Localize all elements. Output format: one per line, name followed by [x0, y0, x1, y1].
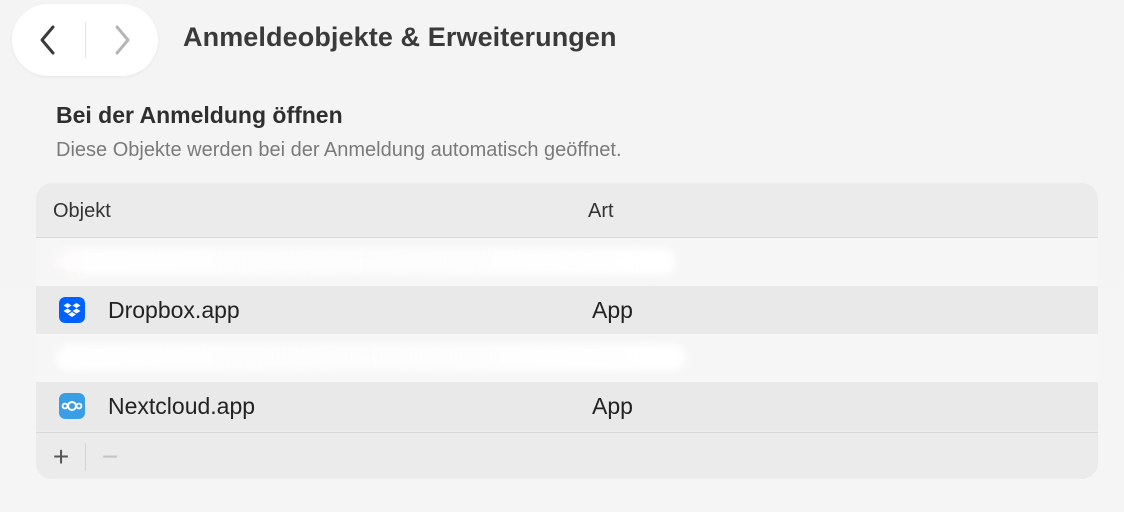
dropbox-icon — [59, 297, 85, 323]
window-title: Anmeldeobjekte & Erweiterungen — [183, 22, 617, 52]
back-button[interactable] — [12, 4, 84, 76]
item-name: Dropbox.app — [108, 297, 240, 323]
footer-divider — [85, 443, 86, 471]
redacted-content — [56, 344, 686, 372]
chevron-left-icon — [40, 25, 55, 55]
table-row[interactable]: Nextcloud.app App — [36, 382, 1098, 430]
column-header-type[interactable]: Art — [588, 200, 614, 223]
table-row[interactable] — [36, 238, 1098, 286]
nextcloud-icon — [59, 393, 85, 419]
remove-item-button[interactable]: − — [93, 440, 127, 474]
item-type: App — [592, 393, 633, 419]
chevron-right-icon — [115, 25, 130, 55]
item-name: Nextcloud.app — [108, 393, 256, 419]
forward-button[interactable] — [86, 4, 158, 76]
table-row[interactable] — [36, 334, 1098, 382]
settings-window: Anmeldeobjekte & Erweiterungen Bei der A… — [0, 0, 1124, 512]
table-footer: + − — [36, 432, 1098, 479]
section-subtitle: Diese Objekte werden bei der Anmeldung a… — [56, 139, 622, 161]
table-header: Objekt Art — [36, 183, 1098, 238]
item-type: App — [592, 297, 633, 323]
add-item-button[interactable]: + — [44, 440, 78, 474]
section-title: Bei der Anmeldung öffnen — [56, 102, 343, 128]
login-items-table: Objekt Art Dropbox.app App Nextcloud.app… — [36, 183, 1098, 479]
column-header-object[interactable]: Objekt — [53, 200, 111, 223]
redacted-content — [56, 248, 676, 276]
navigation-controls — [12, 4, 158, 76]
table-row[interactable]: Dropbox.app App — [36, 286, 1098, 334]
